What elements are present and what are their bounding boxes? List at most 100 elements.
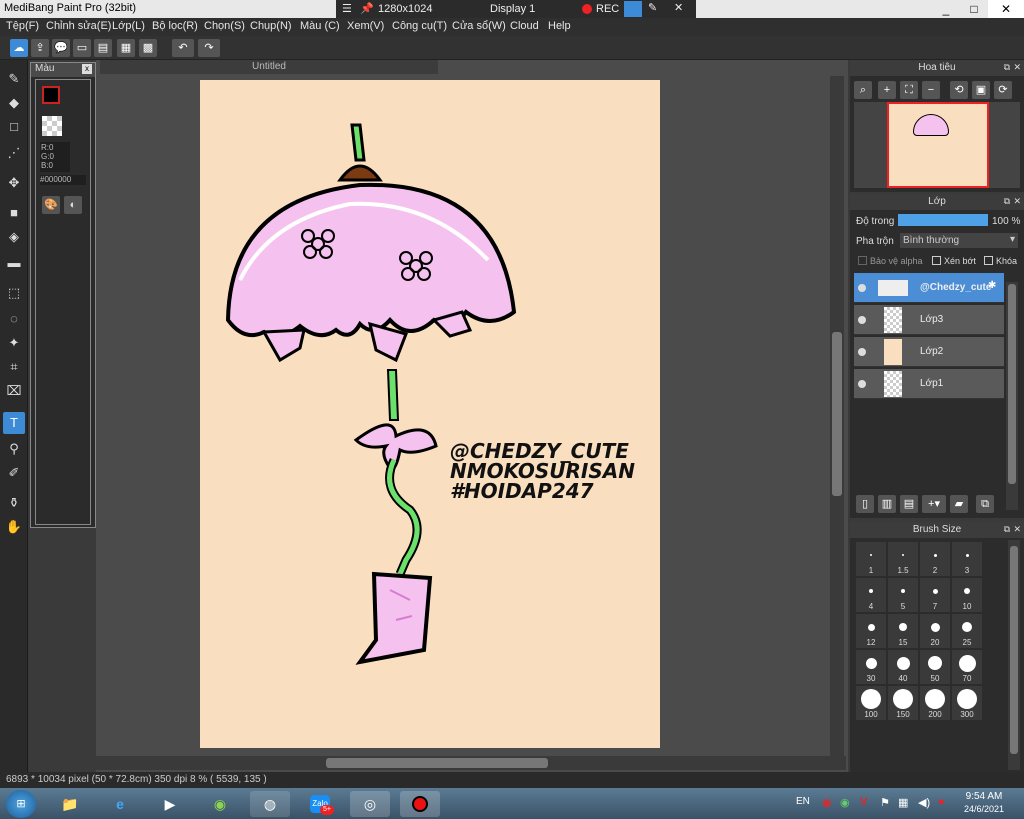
brush-size-option[interactable]: 25	[952, 614, 982, 648]
foreground-color-swatch[interactable]	[42, 86, 60, 104]
add-layer-menu-icon[interactable]: +▾	[922, 495, 946, 513]
select-pen-icon[interactable]: ⌗	[3, 356, 25, 378]
brush-size-option[interactable]: 50	[920, 650, 950, 684]
file-explorer-icon[interactable]: 📁	[50, 791, 90, 817]
medibang-icon[interactable]: ◎	[350, 791, 390, 817]
eye-icon[interactable]	[858, 316, 866, 324]
operation-tool-icon[interactable]: ⚲	[3, 438, 25, 460]
new-layer-icon[interactable]: ▯	[856, 495, 874, 513]
brush-size-option[interactable]: 15	[888, 614, 918, 648]
rotate-right-icon[interactable]: ⟳	[994, 81, 1012, 99]
flag-tray-icon[interactable]: ⚑	[880, 796, 890, 809]
brush-size-option[interactable]: 4	[856, 578, 886, 612]
hex-value[interactable]: #000000	[40, 175, 86, 185]
pin-icon[interactable]: 📌	[360, 2, 374, 15]
brush-size-scrollbar[interactable]	[1008, 540, 1020, 770]
notification-tray-icon[interactable]: ●	[938, 796, 945, 808]
blend-mode-select[interactable]: Bình thường ▾	[900, 233, 1018, 248]
eye-icon[interactable]	[858, 284, 866, 292]
page-icon[interactable]: ▤	[94, 39, 112, 57]
brush-size-option[interactable]: 5	[888, 578, 918, 612]
navigator-viewport[interactable]	[887, 102, 989, 188]
palette-icon[interactable]: 🎨	[42, 196, 60, 214]
minimize-button[interactable]: _	[932, 0, 960, 18]
navigator-preview[interactable]	[854, 102, 1020, 188]
grid-icon[interactable]: ▩	[139, 39, 157, 57]
menu-layer[interactable]: Lớp(L)	[112, 20, 145, 32]
rectangle-tool-icon[interactable]: □	[3, 116, 25, 138]
gradient-tool-icon[interactable]: ▬	[3, 252, 25, 274]
clock-date[interactable]: 24/6/2021	[960, 804, 1008, 814]
select-rect-icon[interactable]: ⬚	[3, 282, 25, 304]
coc-coc-icon[interactable]: ◉	[200, 791, 240, 817]
brush-size-option[interactable]: 12	[856, 614, 886, 648]
zalo-icon[interactable]: Zalo 5+	[300, 791, 340, 817]
rotate-left-icon[interactable]: ⟲	[950, 81, 968, 99]
color-settings-icon[interactable]: ◐	[64, 196, 82, 214]
select-eraser-icon[interactable]: ⌧	[3, 380, 25, 402]
blue-square-icon[interactable]	[624, 1, 642, 17]
rec-button[interactable]: REC	[596, 3, 619, 15]
eyedropper-icon[interactable]: ⚱	[3, 492, 25, 514]
eye-icon[interactable]	[858, 348, 866, 356]
new-8bit-layer-icon[interactable]: ▤	[900, 495, 918, 513]
fill-rect-tool-icon[interactable]: ■	[3, 202, 25, 224]
protect-alpha-checkbox[interactable]	[858, 256, 867, 265]
brush-size-option[interactable]: 3	[952, 542, 982, 576]
zoom-fit-icon[interactable]: ⌕	[854, 81, 872, 99]
zoom-in-icon[interactable]: +	[878, 81, 896, 99]
layer-row[interactable]: @Chedzy_cute ✱	[854, 273, 1004, 303]
text-tool-icon[interactable]: T	[3, 412, 25, 434]
panel-icon[interactable]: ▦	[117, 39, 135, 57]
actual-size-icon[interactable]: ⛶	[900, 81, 918, 99]
hamburger-icon[interactable]: ☰	[342, 2, 352, 15]
network-tray-icon[interactable]: ▦	[898, 796, 908, 809]
menu-filter[interactable]: Bộ lọc(R)	[152, 20, 198, 32]
brush-tool-icon[interactable]: ✎	[3, 68, 25, 90]
language-indicator[interactable]: EN	[796, 796, 810, 807]
brush-size-option[interactable]: 300	[952, 686, 982, 720]
display-label[interactable]: Display 1	[490, 3, 535, 15]
hand-tool-icon[interactable]: ✋	[3, 516, 25, 538]
antivirus-tray-icon[interactable]: ◉	[822, 796, 832, 809]
recorder-icon[interactable]	[400, 791, 440, 817]
speech-bubble-icon[interactable]: 💬	[52, 39, 70, 57]
menu-help[interactable]: Help	[548, 20, 571, 32]
bucket-tool-icon[interactable]: ◈	[3, 226, 25, 248]
comment-icon[interactable]: ▭	[73, 39, 91, 57]
close-icon[interactable]: x	[82, 64, 92, 74]
menu-tools[interactable]: Công cụ(T)	[392, 20, 447, 32]
brush-size-option[interactable]: 2	[920, 542, 950, 576]
brush-size-scroll-thumb[interactable]	[1010, 546, 1018, 754]
menu-edit[interactable]: Chỉnh sửa(E)	[46, 20, 111, 32]
vertical-scroll-thumb[interactable]	[832, 332, 842, 496]
document-tab[interactable]: Untitled	[100, 60, 438, 74]
popout-icon[interactable]: ⧉	[1004, 524, 1010, 535]
brush-size-option[interactable]: 1	[856, 542, 886, 576]
layer-row[interactable]: Lớp2	[854, 337, 1004, 367]
transparent-color-swatch[interactable]	[42, 116, 62, 136]
drawing-canvas[interactable]: @CHEDZY_CUTE NMOKOSURISAN #HOIDAP247	[200, 80, 660, 748]
menu-file[interactable]: Tệp(F)	[6, 20, 39, 32]
magic-wand-icon[interactable]: ✦	[3, 332, 25, 354]
menu-window[interactable]: Cửa sổ(W)	[452, 20, 506, 32]
menu-cloud[interactable]: Cloud	[510, 20, 539, 32]
new-halftone-layer-icon[interactable]: ▥	[878, 495, 896, 513]
menu-color[interactable]: Màu (C)	[300, 20, 340, 32]
menu-select[interactable]: Chọn(S)	[204, 20, 245, 32]
dot-tool-icon[interactable]: ⋰	[3, 142, 25, 164]
lock-checkbox[interactable]	[984, 256, 993, 265]
brush-size-option[interactable]: 10	[952, 578, 982, 612]
popout-icon[interactable]: ⧉	[1004, 196, 1010, 207]
undo-icon[interactable]: ↶	[172, 39, 194, 57]
popout-icon[interactable]: ⧉	[1004, 62, 1010, 73]
vertical-scrollbar[interactable]	[830, 76, 844, 756]
internet-explorer-icon[interactable]: e	[100, 791, 140, 817]
pen-icon[interactable]: ✎	[648, 1, 657, 14]
divide-tool-icon[interactable]: ✐	[3, 462, 25, 484]
eraser-tool-icon[interactable]: ◆	[3, 92, 25, 114]
clock-time[interactable]: 9:54 AM	[962, 791, 1006, 802]
zoom-out-icon[interactable]: −	[922, 81, 940, 99]
chrome-icon[interactable]: ◍	[250, 791, 290, 817]
move-tool-icon[interactable]: ✥	[3, 172, 25, 194]
